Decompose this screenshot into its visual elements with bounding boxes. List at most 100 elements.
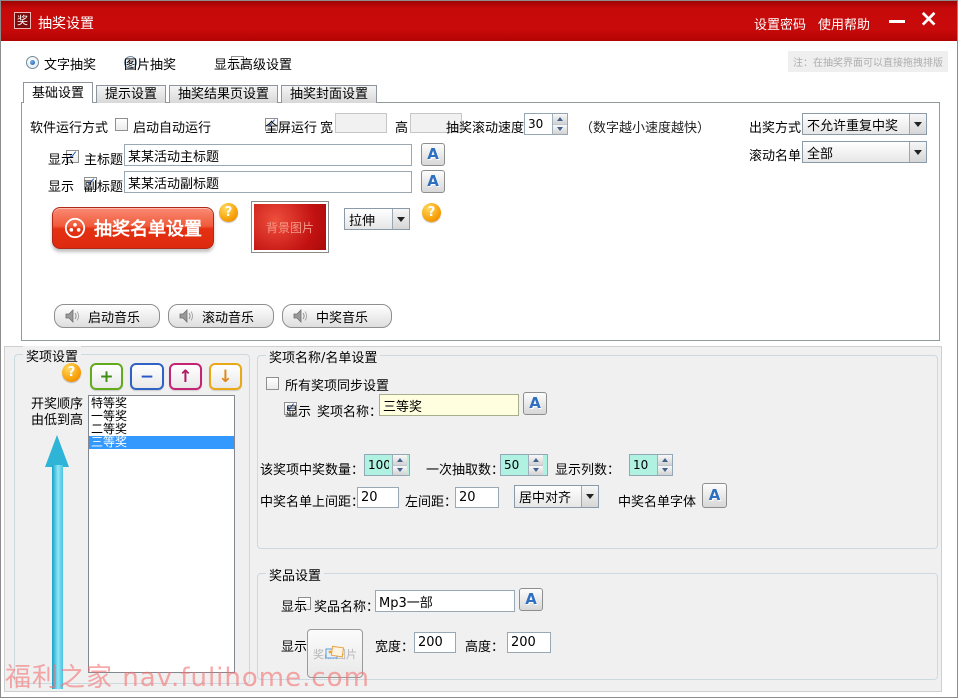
sync-all-awards-checkbox[interactable] xyxy=(266,377,279,390)
set-password-menu[interactable]: 设置密码 xyxy=(754,14,806,33)
speaker-icon xyxy=(293,309,309,323)
add-award-button[interactable]: + xyxy=(90,363,123,390)
columns-spinner xyxy=(629,454,673,476)
prize-name-input[interactable] xyxy=(375,590,515,612)
start-music-button[interactable]: 启动音乐 xyxy=(54,304,160,328)
win-count-spinner xyxy=(364,454,410,476)
move-award-up-button[interactable]: ↑ xyxy=(169,363,202,390)
background-image-thumbnail[interactable]: 背景图片 xyxy=(251,201,329,253)
drag-layout-note: 注：在抽奖界面可以直接拖拽排版 xyxy=(788,51,948,72)
scroll-music-button[interactable]: 滚动音乐 xyxy=(168,304,274,328)
sub-title-font-button[interactable]: A xyxy=(421,170,445,193)
dropdown-arrow-icon xyxy=(909,114,926,134)
dropdown-arrow-icon xyxy=(392,209,409,229)
help-icon[interactable]: ? xyxy=(422,203,441,222)
left-margin-label: 左间距： xyxy=(405,491,457,510)
sub-title-label: 副标题 xyxy=(84,176,123,195)
win-music-button[interactable]: 中奖音乐 xyxy=(282,304,392,328)
batch-count-label: 一次抽取数： xyxy=(426,459,504,478)
height-label: 高 xyxy=(395,117,408,136)
order-arrow-shaft xyxy=(52,465,63,689)
prize-item-group-title: 奖品设置 xyxy=(266,565,324,584)
speed-hint: （数字越小速度越快） xyxy=(580,117,710,136)
watermark: 福利之家 nav.fulihome.com xyxy=(5,657,370,694)
speaker-icon xyxy=(65,309,81,323)
titlebar: 奖 抽奖设置 设置密码 使用帮助 × xyxy=(1,1,957,41)
scroll-list-label: 滚动名单 xyxy=(749,145,801,164)
help-icon[interactable]: ? xyxy=(62,363,81,382)
top-margin-input[interactable] xyxy=(357,487,399,508)
sync-all-awards-label: 所有奖项同步设置 xyxy=(285,375,389,394)
tab-basic-settings[interactable]: 基础设置 xyxy=(23,82,93,103)
main-title-font-button[interactable]: A xyxy=(421,143,445,166)
remove-award-button[interactable]: − xyxy=(130,363,164,390)
winner-list-font-label: 中奖名单字体 xyxy=(618,491,696,510)
prize-image-height-input[interactable] xyxy=(507,632,551,653)
prize-name-font-button[interactable]: A xyxy=(519,588,543,611)
prize-image-height-label: 高度： xyxy=(465,636,504,655)
win-count-input[interactable] xyxy=(365,455,392,475)
show-prize-image-label: 显示 xyxy=(281,636,307,655)
award-name-group-title: 奖项名称/名单设置 xyxy=(266,347,380,366)
award-name-input[interactable] xyxy=(379,394,519,416)
move-award-down-button[interactable]: ↓ xyxy=(209,363,242,390)
award-name-label: 奖项名称： xyxy=(317,401,382,420)
top-margin-label: 中奖名单上间距： xyxy=(260,491,364,510)
help-icon[interactable]: ? xyxy=(219,203,238,222)
minimize-icon[interactable] xyxy=(889,20,905,23)
prize-image-width-label: 宽度： xyxy=(375,636,414,655)
dropdown-arrow-icon xyxy=(581,486,598,507)
radio-image-lottery-label: 图片抽奖 xyxy=(124,54,176,73)
left-margin-input[interactable] xyxy=(455,487,499,508)
run-mode-label: 软件运行方式 xyxy=(30,117,108,136)
columns-input[interactable] xyxy=(630,455,657,475)
scroll-speed-spin-buttons[interactable] xyxy=(552,114,567,134)
columns-label: 显示列数： xyxy=(555,459,620,478)
scroll-speed-input[interactable] xyxy=(525,114,552,134)
autorun-label: 启动自动运行 xyxy=(133,117,211,136)
tab-hint-settings[interactable]: 提示设置 xyxy=(96,85,166,103)
award-name-font-button[interactable]: A xyxy=(523,392,547,415)
lottery-settings-window: 奖 抽奖设置 设置密码 使用帮助 × 文字抽奖 图片抽奖 显示高级设置 注：在抽… xyxy=(0,0,958,698)
radio-text-lottery[interactable] xyxy=(26,56,39,69)
mode-bar: 文字抽奖 图片抽奖 显示高级设置 注：在抽奖界面可以直接拖拽排版 xyxy=(1,41,957,83)
award-list: 特等奖 一等奖 二等奖 三等奖 xyxy=(88,395,235,673)
sub-title-input[interactable] xyxy=(124,171,412,193)
show-award-name-label: 显示 xyxy=(285,401,311,420)
prize-image-width-input[interactable] xyxy=(414,632,456,653)
main-title-label: 主标题 xyxy=(84,149,123,168)
advanced-settings-label: 显示高级设置 xyxy=(214,54,292,73)
main-title-input[interactable] xyxy=(124,144,412,166)
tab-result-page-settings[interactable]: 抽奖结果页设置 xyxy=(169,85,278,103)
winner-list-font-button[interactable]: A xyxy=(702,483,727,508)
prize-name-label: 奖品名称： xyxy=(314,596,379,615)
list-item-selected[interactable]: 三等奖 xyxy=(89,436,234,449)
batch-count-spinner xyxy=(500,454,548,476)
draw-order-hint: 开奖顺序 由低到高 xyxy=(31,397,83,429)
show-main-title-label: 显示 xyxy=(48,149,74,168)
dropdown-arrow-icon xyxy=(909,142,926,162)
help-menu[interactable]: 使用帮助 xyxy=(818,14,870,33)
align-select[interactable]: 居中对齐 xyxy=(514,485,599,508)
scroll-speed-label: 抽奖滚动速度 xyxy=(446,117,524,136)
award-mode-select[interactable]: 不允许重复中奖 xyxy=(802,113,927,135)
app-icon: 奖 xyxy=(14,12,31,29)
win-count-label: 该奖项中奖数量： xyxy=(260,459,364,478)
settings-tabs: 基础设置 提示设置 抽奖结果页设置 抽奖封面设置 xyxy=(23,82,380,103)
scroll-list-select[interactable]: 全部 xyxy=(802,141,927,163)
radio-text-lottery-label: 文字抽奖 xyxy=(44,54,96,73)
width-label: 宽 xyxy=(320,117,333,136)
batch-count-input[interactable] xyxy=(501,455,528,475)
scroll-speed-spinner xyxy=(524,113,568,135)
prize-settings-area: 奖项设置 ? + − ↑ ↓ 开奖顺序 由低到高 特等奖 一等奖 二等奖 三等奖… xyxy=(4,346,942,692)
tab-cover-settings[interactable]: 抽奖封面设置 xyxy=(281,85,377,103)
run-width-input[interactable] xyxy=(335,113,387,133)
namelist-settings-button[interactable]: 抽奖名单设置 xyxy=(52,207,214,249)
stretch-mode-select[interactable]: 拉伸 xyxy=(344,208,410,230)
speaker-icon xyxy=(179,309,195,323)
basic-settings-panel: 软件运行方式 启动自动运行 全屏运行 宽 高 抽奖滚动速度 （数字越小速度越快）… xyxy=(21,102,940,341)
award-mode-label: 出奖方式 xyxy=(749,117,801,136)
show-sub-title-label: 显示 xyxy=(48,176,74,195)
autorun-checkbox[interactable] xyxy=(115,118,128,131)
close-icon[interactable]: × xyxy=(919,6,938,32)
